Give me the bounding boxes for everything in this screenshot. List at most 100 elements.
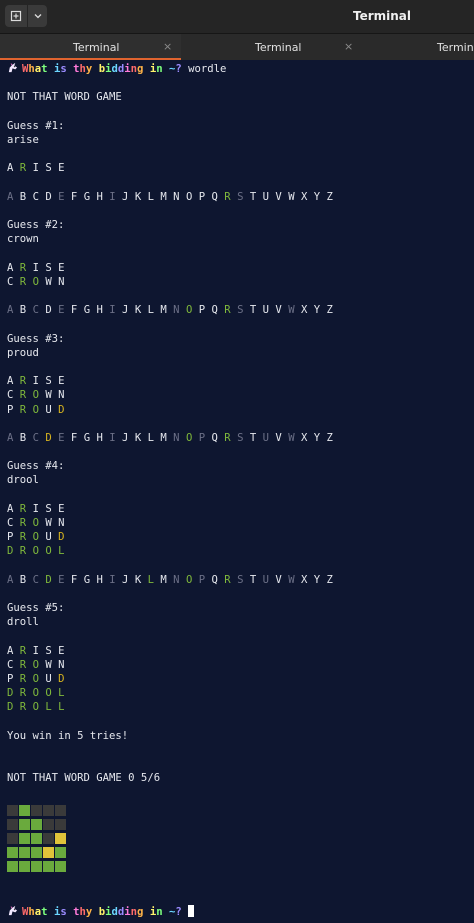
- letter: U: [262, 190, 270, 203]
- prompt-text: What is thy bidding in ~?: [22, 63, 182, 75]
- letter: X: [300, 304, 308, 317]
- letter: N: [58, 658, 65, 671]
- letter: C: [7, 658, 14, 671]
- board-row: A R I S E: [7, 502, 467, 516]
- letter: P: [198, 304, 206, 317]
- prompt-text: What is thy bidding in ~?: [22, 906, 182, 918]
- letter: H: [96, 190, 103, 203]
- letter: D: [58, 531, 65, 544]
- letter: R: [19, 673, 27, 686]
- letter: R: [224, 304, 231, 317]
- grid-cell: [7, 819, 18, 830]
- grid-cell: [43, 861, 54, 872]
- share-grid: [7, 805, 67, 875]
- grid-cell: [43, 805, 54, 816]
- letter: E: [58, 190, 65, 203]
- tab-terminal-3[interactable]: Terminal: [362, 34, 474, 60]
- letter: S: [237, 431, 244, 444]
- new-tab-button[interactable]: [5, 5, 27, 27]
- letter: L: [58, 545, 65, 558]
- letter: S: [45, 502, 52, 515]
- letter: R: [19, 389, 27, 402]
- letter: O: [32, 673, 39, 686]
- letter: E: [58, 261, 65, 274]
- letter: N: [173, 431, 180, 444]
- letter: R: [19, 545, 27, 558]
- tab-close-icon[interactable]: ×: [163, 40, 172, 53]
- letter: O: [32, 701, 39, 714]
- letter: O: [45, 687, 52, 700]
- letter: R: [19, 701, 27, 714]
- grid-cell: [31, 805, 42, 816]
- letter: S: [237, 190, 244, 203]
- board-row: D R O O L: [7, 544, 467, 558]
- letter: P: [7, 531, 14, 544]
- prompt-line: What is thy bidding in ~?: [7, 905, 195, 919]
- grid-row: [7, 861, 67, 872]
- letter: E: [58, 304, 65, 317]
- letter: U: [262, 304, 270, 317]
- letter: L: [58, 687, 65, 700]
- guess-word: drool: [7, 474, 39, 487]
- letter: E: [58, 431, 65, 444]
- board-row: A R I S E: [7, 261, 467, 275]
- grid-cell: [43, 833, 54, 844]
- tab-terminal-1[interactable]: Terminal ×: [0, 34, 181, 60]
- grid-cell: [55, 819, 66, 830]
- letter: O: [32, 545, 39, 558]
- terminal-output[interactable]: What is thy bidding in ~? wordle NOT THAT…: [7, 62, 467, 918]
- letter: I: [32, 162, 39, 175]
- letter: R: [19, 261, 27, 274]
- grid-cell: [7, 805, 18, 816]
- letter: R: [224, 190, 231, 203]
- letter: D: [45, 190, 52, 203]
- grid-row: [7, 805, 67, 816]
- board-row: C R O W N: [7, 516, 467, 530]
- letter: O: [185, 304, 193, 317]
- letter: C: [32, 190, 39, 203]
- guess-word: droll: [7, 616, 39, 629]
- board-row: C R O W N: [7, 275, 467, 289]
- letter: Z: [326, 431, 333, 444]
- letter: U: [45, 403, 52, 416]
- grid-cell: [55, 805, 66, 816]
- letter: O: [32, 658, 39, 671]
- letter: A: [7, 261, 14, 274]
- tab-close-icon[interactable]: ×: [344, 40, 353, 53]
- letter: S: [45, 375, 52, 388]
- board-row: P R O U D: [7, 530, 467, 544]
- board-row: C R O W N: [7, 658, 467, 672]
- letter: B: [19, 190, 27, 203]
- letter: R: [19, 502, 27, 515]
- menu-button[interactable]: [28, 5, 47, 27]
- letter: A: [7, 375, 14, 388]
- letter: E: [58, 162, 65, 175]
- tab-terminal-2[interactable]: Terminal ×: [181, 34, 362, 60]
- letter: W: [45, 389, 52, 402]
- letter: G: [83, 431, 91, 444]
- letter: W: [288, 304, 295, 317]
- letter: F: [70, 304, 78, 317]
- letter: U: [262, 431, 270, 444]
- letter: Z: [326, 573, 333, 586]
- letter: N: [173, 573, 180, 586]
- letter: A: [7, 304, 14, 317]
- letter: H: [96, 304, 103, 317]
- letter: D: [45, 304, 52, 317]
- grid-cell: [31, 819, 42, 830]
- grid-cell: [55, 861, 66, 872]
- letter: E: [58, 573, 65, 586]
- letter: A: [7, 431, 14, 444]
- letter: I: [32, 261, 39, 274]
- letter: A: [7, 644, 14, 657]
- alphabet-row: A B C D E F G H I J K L M N O P Q R S T …: [7, 431, 467, 445]
- letter: O: [32, 403, 39, 416]
- alphabet-row: A B C D E F G H I J K L M N O P Q R S T …: [7, 190, 467, 204]
- cursor: [188, 905, 195, 917]
